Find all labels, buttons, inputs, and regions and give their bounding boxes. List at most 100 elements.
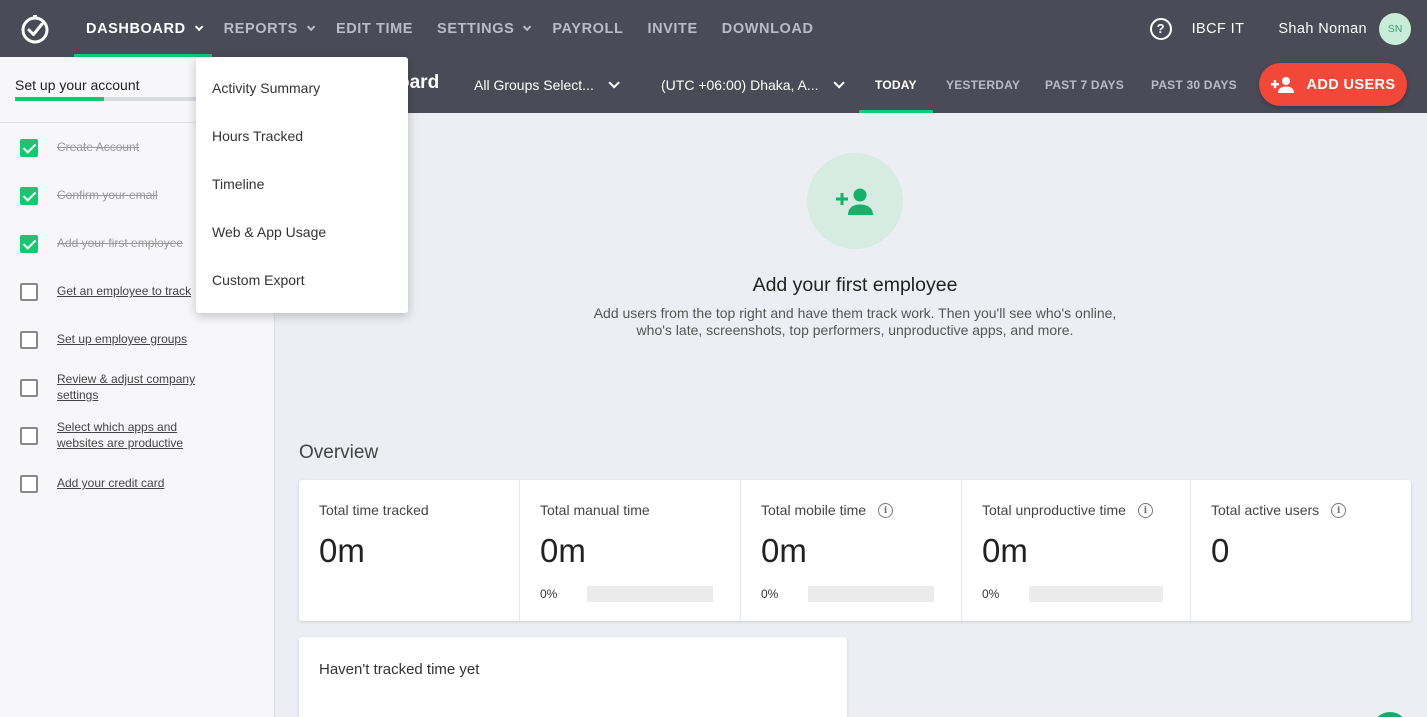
metric-total-unproductive-time: Total unproductive time i 0m 0% (962, 480, 1191, 621)
info-icon[interactable]: i (1331, 502, 1347, 518)
checkbox[interactable] (20, 475, 38, 493)
metric-total-manual-time: Total manual time 0m 0% (520, 480, 741, 621)
add-users-label: ADD USERS (1306, 76, 1396, 93)
timezone-select[interactable]: (UTC +06:00) Dhaka, A... (661, 57, 845, 113)
setup-task[interactable]: Create Account (20, 139, 217, 157)
task-link[interactable]: Add your credit card (57, 475, 217, 491)
app-logo-icon[interactable] (18, 12, 52, 46)
menu-item-hours-tracked[interactable]: Hours Tracked (196, 112, 408, 160)
metric-value: 0 (1211, 532, 1230, 569)
task-label: Confirm your email (57, 188, 158, 202)
metric-total-time-tracked: Total time tracked 0m (299, 480, 520, 621)
tab-past-30-days[interactable]: PAST 30 DAYS (1151, 57, 1237, 113)
setup-task[interactable]: Get an employee to track (20, 283, 217, 301)
metric-label-text: Total unproductive time (982, 502, 1126, 518)
metric-progress-bar (587, 586, 713, 602)
groups-select-value: All Groups Select... (474, 77, 594, 93)
help-icon[interactable]: ? (1149, 17, 1172, 40)
nav-invite-label: INVITE (647, 20, 698, 37)
person-add-icon (1270, 76, 1294, 93)
nav-download-label: DOWNLOAD (721, 20, 814, 37)
setup-task[interactable]: Review & adjust company settings (20, 371, 207, 403)
setup-progress-bar (15, 97, 200, 101)
company-name[interactable]: IBCF IT (1192, 21, 1245, 37)
empty-state-description: Add users from the top right and have th… (555, 305, 1155, 339)
avatar[interactable]: SN (1379, 12, 1411, 45)
tracked-time-title: Haven't tracked time yet (319, 661, 480, 678)
nav-download[interactable]: DOWNLOAD (710, 0, 826, 57)
metric-progress-bar (1029, 586, 1163, 602)
task-label: Add your first employee (57, 236, 184, 250)
menu-item-web-app-usage[interactable]: Web & App Usage (196, 208, 408, 256)
tab-today[interactable]: TODAY (859, 57, 933, 113)
nav-payroll-label: PAYROLL (552, 20, 624, 37)
setup-task[interactable]: Confirm your email (20, 187, 217, 205)
checkbox[interactable] (20, 283, 38, 301)
metric-label: Total time tracked (319, 502, 519, 518)
task-label: Create Account (57, 140, 140, 154)
person-add-icon (836, 188, 873, 215)
task-link[interactable]: Set up employee groups (57, 331, 217, 347)
info-icon[interactable]: i (1137, 502, 1153, 518)
setup-task[interactable]: Select which apps and websites are produ… (20, 419, 202, 451)
nav-edit-time[interactable]: EDIT TIME (324, 0, 425, 57)
setup-task[interactable]: Add your first employee (20, 235, 217, 253)
user-name[interactable]: Shah Noman (1278, 21, 1367, 37)
groups-select[interactable]: All Groups Select... (474, 57, 620, 113)
nav-invite[interactable]: INVITE (635, 0, 709, 57)
checkbox[interactable] (20, 379, 38, 397)
metric-label-text: Total active users (1211, 502, 1320, 518)
nav-edit-time-label: EDIT TIME (335, 20, 414, 37)
chevron-down-icon (194, 22, 204, 31)
dashboard-subbar (275, 57, 1427, 113)
metric-value: 0m (540, 532, 586, 569)
tab-past-7-days[interactable]: PAST 7 DAYS (1045, 57, 1124, 113)
metric-progress-bar (808, 586, 934, 602)
setup-task[interactable]: Set up employee groups (20, 331, 217, 349)
setup-title: Set up your account (15, 77, 140, 93)
info-icon[interactable]: i (878, 502, 894, 518)
checkbox-checked[interactable] (20, 235, 38, 253)
metric-total-active-users: Total active users i 0 (1191, 480, 1411, 621)
overview-title: Overview (299, 442, 379, 463)
setup-progress-fill (15, 97, 104, 101)
tracked-time-card: Haven't tracked time yet (299, 637, 847, 717)
nav-reports[interactable]: REPORTS (212, 0, 324, 57)
menu-item-timeline[interactable]: Timeline (196, 160, 408, 208)
tab-yesterday[interactable]: YESTERDAY (946, 57, 1020, 113)
checkbox[interactable] (20, 427, 38, 445)
checkbox-checked[interactable] (20, 139, 38, 157)
add-employee-illustration (807, 153, 903, 249)
task-link[interactable]: Review & adjust company settings (57, 371, 207, 403)
checkbox[interactable] (20, 331, 38, 349)
metric-label: Total mobile time i (761, 502, 961, 518)
metric-percent: 0% (982, 587, 1000, 601)
add-users-button[interactable]: ADD USERS (1259, 63, 1407, 106)
metric-label-text: Total manual time (540, 502, 650, 518)
metric-label: Total active users i (1211, 502, 1411, 518)
metric-label-text: Total time tracked (319, 502, 429, 518)
nav-dashboard[interactable]: DASHBOARD (74, 0, 212, 57)
metric-label-text: Total mobile time (761, 502, 867, 518)
metric-value: 0m (319, 532, 365, 569)
task-link[interactable]: Select which apps and websites are produ… (57, 419, 202, 451)
metric-percent: 0% (761, 587, 779, 601)
metric-total-mobile-time: Total mobile time i 0m 0% (741, 480, 962, 621)
metric-label: Total manual time (540, 502, 740, 518)
menu-item-custom-export[interactable]: Custom Export (196, 256, 408, 304)
nav-right-group: ? IBCF IT Shah Noman SN (1149, 0, 1427, 57)
timezone-select-value: (UTC +06:00) Dhaka, A... (661, 77, 819, 93)
nav-payroll[interactable]: PAYROLL (540, 0, 635, 57)
setup-task[interactable]: Add your credit card (20, 475, 217, 493)
task-link[interactable]: Get an employee to track (57, 283, 217, 299)
nav-reports-label: REPORTS (223, 20, 298, 37)
menu-item-activity-summary[interactable]: Activity Summary (196, 64, 408, 112)
nav-settings[interactable]: SETTINGS (425, 0, 540, 57)
empty-state-description-line: Add users from the top right and have th… (593, 305, 1117, 321)
top-navigation: DASHBOARD REPORTS EDIT TIME SETTINGS PAY… (0, 0, 1427, 57)
chat-button[interactable] (1372, 712, 1408, 717)
nav-settings-label: SETTINGS (437, 20, 515, 37)
nav-dashboard-label: DASHBOARD (86, 20, 186, 37)
reports-dropdown-menu: Activity Summary Hours Tracked Timeline … (196, 57, 408, 313)
checkbox-checked[interactable] (20, 187, 38, 205)
